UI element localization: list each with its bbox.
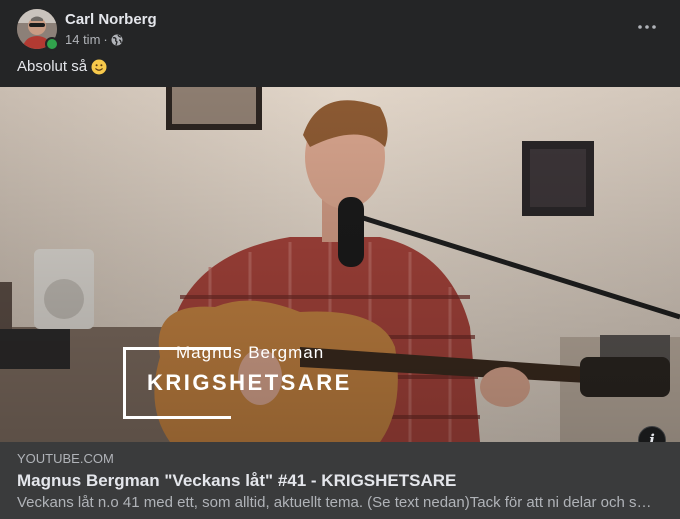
avatar[interactable] bbox=[17, 9, 59, 51]
link-domain: YOUTUBE.COM bbox=[17, 451, 114, 466]
info-icon: i bbox=[649, 431, 655, 442]
post-time[interactable]: 14 tim bbox=[65, 32, 100, 47]
post-meta: 14 tim · bbox=[65, 32, 123, 47]
slightly-smiling-face-icon bbox=[91, 59, 107, 75]
online-status-indicator bbox=[45, 37, 59, 51]
video-overlay-artist: Magnus Bergman bbox=[176, 343, 325, 362]
more-options-button[interactable] bbox=[632, 13, 662, 41]
video-thumbnail[interactable]: Magnus Bergman KRIGSHETSARE i bbox=[0, 87, 680, 442]
video-overlay-title: KRIGSHETSARE bbox=[147, 370, 352, 395]
post-text: Absolut så bbox=[17, 58, 107, 75]
globe-icon[interactable] bbox=[111, 34, 123, 46]
author-name[interactable]: Carl Norberg bbox=[65, 11, 157, 28]
meta-separator: · bbox=[103, 32, 108, 47]
link-description: Veckans låt n.o 41 med ett, som alltid, … bbox=[17, 494, 657, 511]
post-card: Carl Norberg 14 tim · Absolut så Magnus … bbox=[0, 0, 680, 519]
more-options-icon bbox=[638, 25, 656, 29]
link-preview[interactable]: YOUTUBE.COM Magnus Bergman "Veckans låt"… bbox=[0, 442, 680, 519]
link-title[interactable]: Magnus Bergman "Veckans låt" #41 - KRIGS… bbox=[17, 471, 456, 491]
post-text-content: Absolut så bbox=[17, 58, 88, 75]
